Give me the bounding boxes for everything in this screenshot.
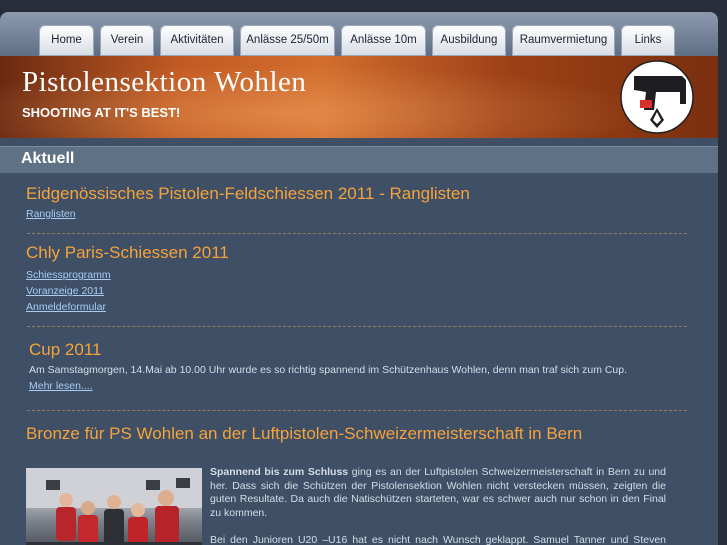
nav-links[interactable]: Links [621, 25, 675, 56]
article-title-feldschiessen[interactable]: Eidgenössisches Pistolen-Feldschiessen 2… [26, 184, 470, 204]
article-title-cup[interactable]: Cup 2011 [29, 340, 101, 360]
news-list: Eidgenössisches Pistolen-Feldschiessen 2… [0, 172, 718, 545]
link-schiessprogramm[interactable]: Schiessprogramm [26, 269, 111, 281]
nav-aktivitaeten[interactable]: Aktivitäten [160, 25, 234, 56]
section-header: Aktuell [0, 146, 718, 173]
nav-anlaesse-25-50m[interactable]: Anlässe 25/50m [240, 25, 335, 56]
link-anmeldeformular[interactable]: Anmeldeformular [26, 301, 106, 313]
article-divider [27, 233, 687, 234]
nav-verein[interactable]: Verein [100, 25, 154, 56]
site-title: Pistolensektion Wohlen [22, 66, 307, 98]
nav-anlaesse-10m[interactable]: Anlässe 10m [341, 25, 426, 56]
article-title-bronze[interactable]: Bronze für PS Wohlen an der Luftpistolen… [26, 424, 582, 444]
nav-ausbildung[interactable]: Ausbildung [432, 25, 506, 56]
article-title-chly-paris[interactable]: Chly Paris-Schiessen 2011 [26, 243, 229, 263]
page-frame: Home Verein Aktivitäten Anlässe 25/50m A… [0, 12, 718, 545]
nav-raumvermietung[interactable]: Raumvermietung [512, 25, 615, 56]
team-photo [26, 468, 202, 545]
club-logo-icon [620, 60, 694, 134]
nav-home[interactable]: Home [39, 25, 94, 56]
article-divider [27, 326, 687, 327]
link-mehr-lesen[interactable]: Mehr lesen.... [29, 380, 93, 392]
site-slogan: SHOOTING AT IT'S BEST! [22, 105, 181, 120]
article-paragraph-2: Bei den Junioren U20 –U16 hat es nicht n… [210, 534, 666, 545]
article-lead-bold: Spannend bis zum Schluss [210, 466, 349, 478]
article-paragraph-1: Spannend bis zum Schluss ging es an der … [210, 466, 666, 520]
article-divider [27, 410, 687, 411]
section-title: Aktuell [21, 150, 75, 167]
team-photo-image [26, 468, 202, 545]
link-voranzeige[interactable]: Voranzeige 2011 [26, 285, 104, 297]
link-ranglisten[interactable]: Ranglisten [26, 208, 76, 220]
article-text-cup: Am Samstagmorgen, 14.Mai ab 10.00 Uhr wu… [29, 364, 628, 376]
header-banner: Pistolensektion Wohlen SHOOTING AT IT'S … [0, 56, 718, 138]
main-navigation: Home Verein Aktivitäten Anlässe 25/50m A… [0, 12, 718, 56]
